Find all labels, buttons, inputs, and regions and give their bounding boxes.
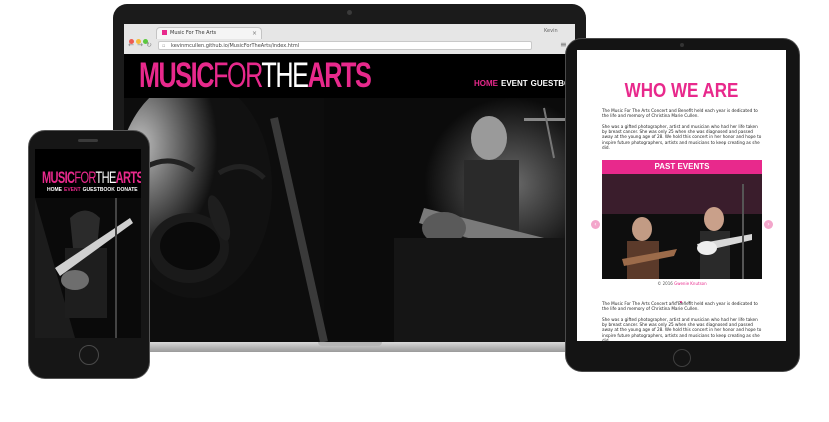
- tab-close-icon[interactable]: ×: [252, 28, 257, 39]
- tablet-screen: WHO WE ARE The Music For The Arts Concer…: [577, 50, 786, 341]
- tablet-camera-icon: [680, 43, 684, 47]
- address-bar[interactable]: ▫ kevinmcullen.github.io/MusicForTheArts…: [158, 41, 532, 50]
- page-icon: ▫: [162, 43, 166, 49]
- prev-slide-icon[interactable]: ‹: [591, 220, 600, 229]
- phone-nav-guestbook[interactable]: GUESTBOOK: [83, 187, 115, 193]
- phone-nav-home[interactable]: HOME: [47, 187, 62, 193]
- next-slide-icon[interactable]: ›: [764, 220, 773, 229]
- intro-paragraph: The Music For The Arts Concert and Benef…: [602, 108, 758, 119]
- guitarist-photo: [35, 198, 141, 338]
- concert-photo: [124, 98, 575, 342]
- site-header: MUSICFORTHEARTS HOMEEVENTGUESTBOOK: [124, 54, 575, 98]
- past-events-heading: PAST EVENTS: [602, 160, 762, 174]
- phone-hero-image: [35, 198, 141, 338]
- phone-site-logo[interactable]: MUSICFORTHEARTS: [42, 169, 141, 187]
- browser-user[interactable]: Kevin: [544, 28, 558, 34]
- tablet-status-bar: [577, 50, 786, 56]
- laptop-notch: [318, 342, 382, 346]
- credit-link[interactable]: Gwenie Knutson: [674, 281, 707, 286]
- bio-paragraph-repeat: She was a gifted photographer, artist an…: [602, 317, 762, 341]
- favicon-icon: [162, 30, 167, 35]
- photo-credit: © 2016 Gwenie Knutson: [657, 281, 707, 286]
- tab-title: Music For The Arts: [170, 30, 217, 36]
- past-events-slide: [602, 174, 762, 279]
- browser-chrome: Music For The Arts × Kevin ← → ↻ ▫ kevin…: [124, 24, 575, 55]
- band-photo: [602, 174, 762, 279]
- phone-speaker: [78, 139, 98, 142]
- hero-image: ⌄: [124, 98, 575, 342]
- nav-event[interactable]: EVENT: [501, 79, 528, 88]
- url-text: kevinmcullen.github.io/MusicForTheArts/i…: [171, 43, 300, 49]
- browser-toolbar: ← → ↻ ▫ kevinmcullen.github.io/MusicForT…: [124, 39, 575, 53]
- nav-home[interactable]: HOME: [474, 79, 498, 88]
- site-nav: HOMEEVENTGUESTBOOK: [474, 79, 575, 88]
- site-logo[interactable]: MUSICFORTHEARTS: [139, 57, 372, 95]
- phone-nav-event[interactable]: EVENT: [64, 187, 81, 193]
- browser-tab[interactable]: Music For The Arts ×: [156, 27, 262, 39]
- forward-icon[interactable]: →: [136, 41, 144, 50]
- phone-status-bar: [35, 149, 141, 156]
- intro-paragraph-repeat: The Music For The Arts Concert and Benef…: [602, 301, 758, 312]
- phone-screen: MUSICFORTHEARTS HOME EVENT GUESTBOOK DONATE: [35, 149, 141, 338]
- who-we-are-heading: WHO WE ARE: [624, 80, 739, 102]
- camera-icon: [347, 10, 352, 15]
- bio-paragraph: She was a gifted photographer, artist an…: [602, 124, 762, 150]
- phone-nav-donate[interactable]: DONATE: [117, 187, 138, 193]
- phone-home-button[interactable]: [79, 345, 99, 365]
- back-icon[interactable]: ←: [127, 41, 135, 50]
- phone-site-nav: HOME EVENT GUESTBOOK DONATE: [47, 187, 140, 193]
- reload-icon[interactable]: ↻: [145, 41, 153, 50]
- tablet-home-button[interactable]: [673, 349, 691, 367]
- laptop-screen: Music For The Arts × Kevin ← → ↻ ▫ kevin…: [124, 24, 575, 342]
